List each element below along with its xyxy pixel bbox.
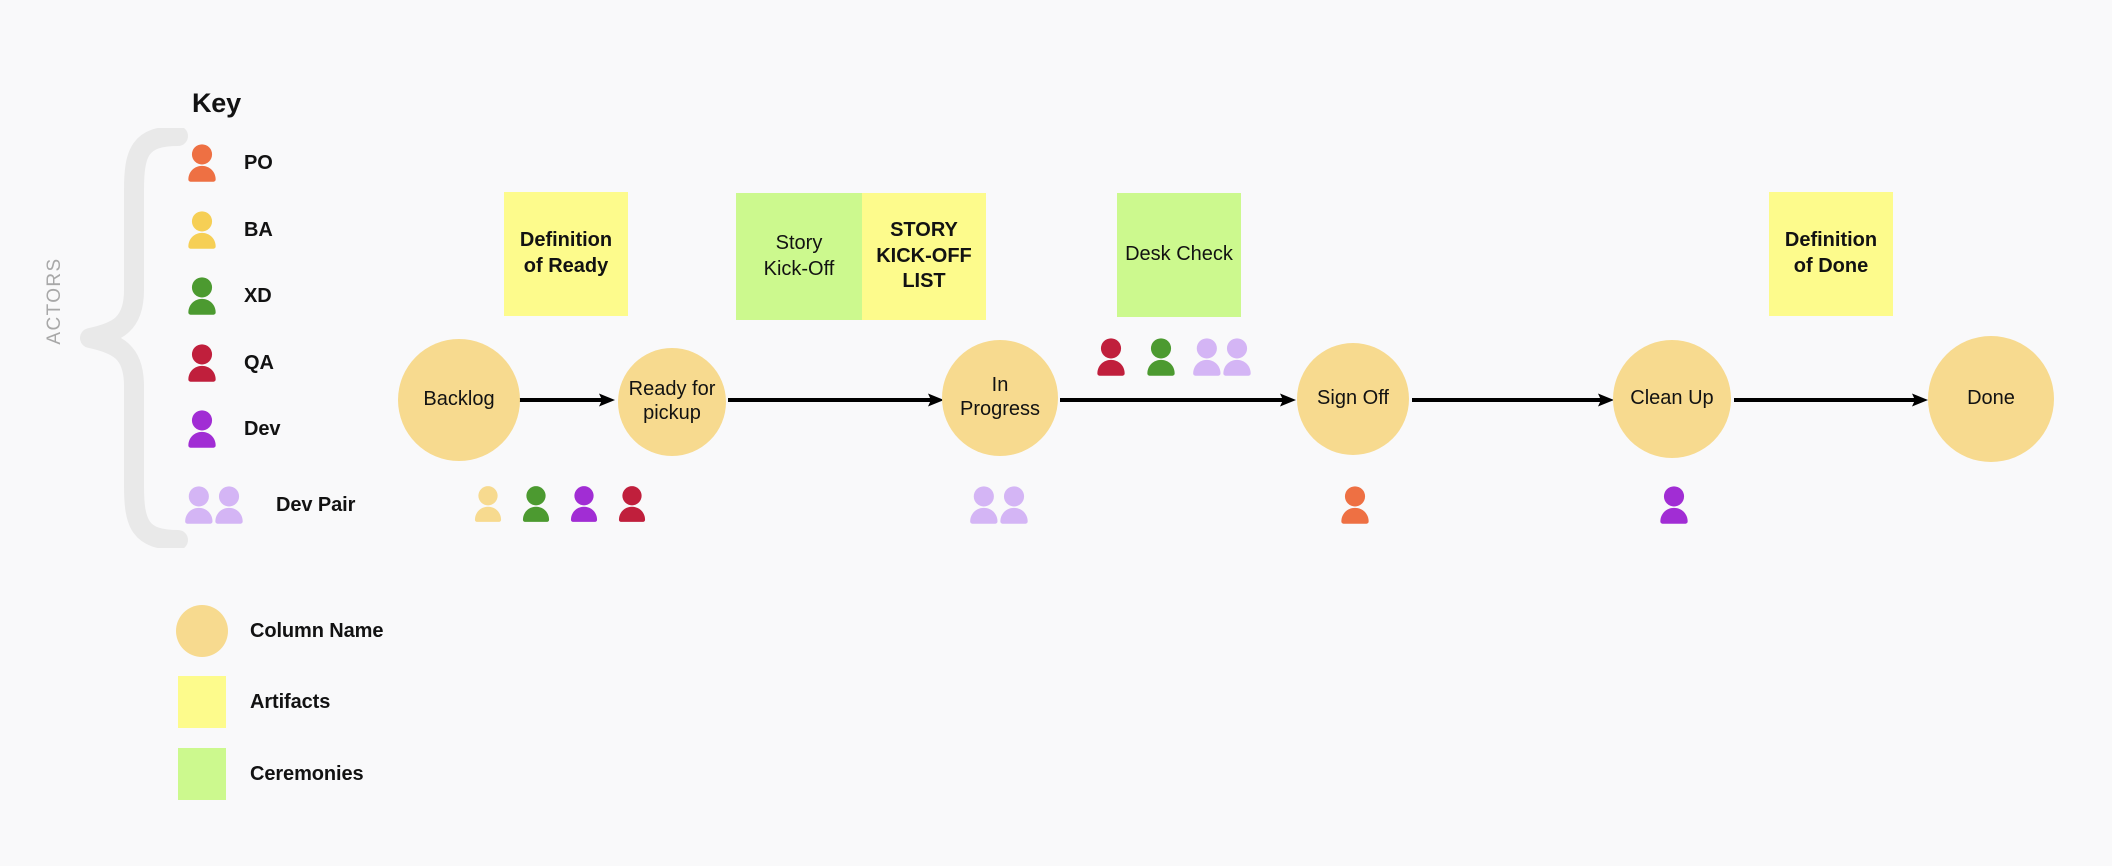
person-icon-qa (610, 482, 654, 531)
column-label: Done (1967, 387, 2015, 410)
arrow-inprogress-to-signoff (1060, 388, 1296, 412)
arrow-signoff-to-cleanup (1412, 388, 1614, 412)
person-pair-icon-dev_pair (965, 482, 1035, 533)
desk-check-actors (1088, 334, 1262, 385)
note-desk_check[interactable]: Desk Check (1117, 193, 1241, 317)
note-definition_of_done[interactable]: Definition of Done (1769, 192, 1893, 316)
column-in_progress[interactable]: In Progress (942, 340, 1058, 456)
note-story_kickoff_list[interactable]: STORY KICK-OFF LIST (862, 193, 986, 320)
column-label: In Progress (959, 374, 1041, 420)
note-label: Definition of Ready (519, 229, 613, 277)
note-label: Story Kick-Off (763, 231, 835, 280)
person-icon-dev (1651, 482, 1697, 533)
note-label: STORY KICK-OFF LIST (876, 219, 972, 293)
arrow-cleanup-to-done (1734, 388, 1928, 412)
person-icon-qa (1088, 334, 1134, 385)
note-label: Definition of Done (1784, 229, 1878, 277)
workflow-diagram-canvas: ACTORS Key PO BA XD QA Dev Dev Pair Column Na… (0, 0, 2112, 866)
person-icon-xd (1138, 334, 1184, 385)
flow-layer: Definition of Ready Story Kick-Off STORY K… (0, 0, 2112, 866)
in-progress-actors (965, 482, 1039, 533)
column-done[interactable]: Done (1928, 336, 2054, 462)
person-pair-icon-dev_pair (1188, 334, 1258, 385)
note-definition_of_ready[interactable]: Definition of Ready (504, 192, 628, 316)
person-icon-ba (466, 482, 510, 531)
clean-up-actors (1651, 482, 1701, 533)
arrow-backlog-to-ready (519, 388, 615, 412)
column-label: Ready for pickup (628, 378, 716, 424)
column-label: Clean Up (1630, 387, 1714, 410)
column-clean_up[interactable]: Clean Up (1613, 340, 1731, 458)
note-story_kickoff[interactable]: Story Kick-Off (736, 193, 862, 320)
column-label: Sign Off (1317, 387, 1389, 410)
arrow-ready-to-inprogress (728, 388, 944, 412)
note-label: Desk Check (1125, 243, 1233, 266)
person-icon-dev (562, 482, 606, 531)
person-icon-xd (514, 482, 558, 531)
column-sign_off[interactable]: Sign Off (1297, 343, 1409, 455)
sign-off-actors (1332, 482, 1382, 533)
column-backlog[interactable]: Backlog (398, 339, 520, 461)
person-icon-po (1332, 482, 1378, 533)
backlog-actors (466, 482, 658, 531)
column-ready_pickup[interactable]: Ready for pickup (618, 348, 726, 456)
column-label: Backlog (423, 388, 495, 411)
